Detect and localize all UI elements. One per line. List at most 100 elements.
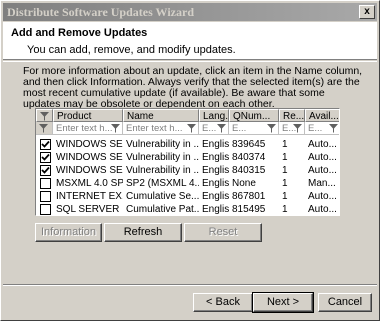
table-row[interactable]: WINDOWS SE...Vulnerability in ...Englis.… [36,164,339,177]
cancel-button[interactable]: Cancel [318,293,372,312]
table-cell: Auto... [308,152,337,163]
filter-funnel-icon[interactable] [217,124,226,133]
checkbox-checked[interactable] [40,165,51,176]
wizard-header: Add and Remove Updates You can add, remo… [3,22,377,60]
table-row[interactable]: INTERNET EX...Cumulative Se...Englis...8… [36,190,339,203]
column-header[interactable]: Product [53,109,123,122]
filter-row-corner [36,122,53,135]
grid-header-row: ProductNameLang...QNum...Re...Avail... [36,109,339,122]
wizard-window: Distribute Software Updates Wizard x Add… [0,0,380,321]
column-filter-input[interactable]: Enter text h... [53,122,123,135]
table-cell[interactable]: Cumulative Se... [123,190,199,203]
checkbox-unchecked[interactable] [40,178,51,189]
row-select-cell [36,138,53,151]
table-cell: Englis... [202,139,229,150]
checkbox-unchecked[interactable] [40,204,51,215]
table-cell: 1 [282,165,288,176]
table-cell: WINDOWS SE... [56,152,123,163]
table-row[interactable]: WINDOWS SE...Vulnerability in ...Englis.… [36,138,339,151]
table-cell: Englis... [202,191,229,202]
updates-grid[interactable]: ProductNameLang...QNum...Re...Avail... E… [35,108,340,216]
table-cell: WINDOWS SE... [56,165,123,176]
filter-placeholder: E... [202,123,217,134]
filter-placeholder: Enter text h... [56,123,113,134]
row-select-cell [36,164,53,177]
column-filter-input[interactable]: E... [305,122,339,135]
column-header[interactable]: Avail... [305,109,339,122]
table-cell[interactable]: Vulnerability in ... [123,164,199,177]
table-cell: None [232,178,256,189]
table-cell[interactable]: SP2 (MSXML 4... [123,177,199,190]
table-row[interactable]: MSXML 4.0 SP1SP2 (MSXML 4...Englis...Non… [36,177,339,190]
row-select-cell [36,177,53,190]
table-row[interactable]: SQL SERVER ...Cumulative Pat...Englis...… [36,203,339,215]
table-cell: Auto... [308,191,337,202]
table-cell: 1 [282,191,288,202]
row-select-cell [36,190,53,203]
column-filter-input[interactable]: Enter text h... [123,122,199,135]
row-select-cell [36,203,53,215]
filter-placeholder: E... [308,123,323,134]
table-cell: Auto... [308,165,337,176]
grid-filter-row: Enter text h... Enter text h... E... E... E.… [36,122,339,135]
close-icon: x [364,6,370,17]
column-header[interactable]: Name [123,109,199,122]
filter-funnel-icon[interactable] [111,124,120,133]
table-cell: 839645 [232,139,266,150]
table-cell: WINDOWS SE... [56,139,123,150]
table-cell: Englis... [202,152,229,163]
filter-funnel-icon [39,124,48,133]
table-cell[interactable]: Vulnerability in ... [123,138,199,151]
table-cell: Englis... [202,165,229,176]
table-cell: Auto... [308,139,337,150]
table-cell: Englis... [202,178,229,189]
column-filter-input[interactable]: E... [199,122,229,135]
description-text: For more information about an update, cl… [23,65,363,110]
column-filter-input[interactable]: E... [279,122,305,135]
information-button[interactable]: Information [35,223,102,242]
filter-funnel-icon[interactable] [293,124,302,133]
filter-funnel-icon[interactable] [329,124,338,133]
filter-funnel-icon [40,112,49,121]
table-cell: MSXML 4.0 SP1 [56,178,123,189]
filter-funnel-icon[interactable] [187,124,196,133]
close-button[interactable]: x [359,5,375,19]
column-filter-input[interactable]: E... [229,122,279,135]
filter-placeholder: Enter text h... [126,123,183,134]
back-button[interactable]: < Back [193,293,253,312]
column-header[interactable]: Re... [279,109,305,122]
table-cell: INTERNET EX... [56,191,123,202]
checkbox-checked[interactable] [40,139,51,150]
table-cell[interactable]: Vulnerability in ... [123,151,199,164]
table-cell: 815495 [232,204,266,215]
checkbox-checked[interactable] [40,152,51,163]
table-cell: 1 [282,178,288,189]
filter-placeholder: E... [232,123,247,134]
page-subtitle: You can add, remove, and modify updates. [27,44,236,56]
table-cell: 840374 [232,152,266,163]
filter-funnel-icon[interactable] [267,124,276,133]
table-cell: 840315 [232,165,266,176]
table-cell: Auto... [308,204,337,215]
next-button[interactable]: Next > [252,292,314,313]
title-bar: Distribute Software Updates Wizard x [3,3,377,21]
row-select-cell [36,151,53,164]
table-cell: 867801 [232,191,266,202]
table-cell: Man... [308,178,336,189]
column-header[interactable]: QNum... [229,109,279,122]
table-cell: SQL SERVER ... [56,204,123,215]
header-divider [3,61,377,62]
grid-header-corner [36,109,53,122]
table-cell[interactable]: Cumulative Pat... [123,203,199,215]
footer-divider-highlight [3,285,377,286]
table-row[interactable]: WINDOWS SE...Vulnerability in ...Englis.… [36,151,339,164]
refresh-button[interactable]: Refresh [104,223,182,242]
table-cell: 1 [282,152,288,163]
reset-button[interactable]: Reset [184,223,262,242]
table-cell: 1 [282,139,288,150]
table-cell: Englis... [202,204,229,215]
checkbox-unchecked[interactable] [40,191,51,202]
window-title: Distribute Software Updates Wizard [7,5,194,19]
table-cell: 1 [282,204,288,215]
column-header[interactable]: Lang... [199,109,229,122]
